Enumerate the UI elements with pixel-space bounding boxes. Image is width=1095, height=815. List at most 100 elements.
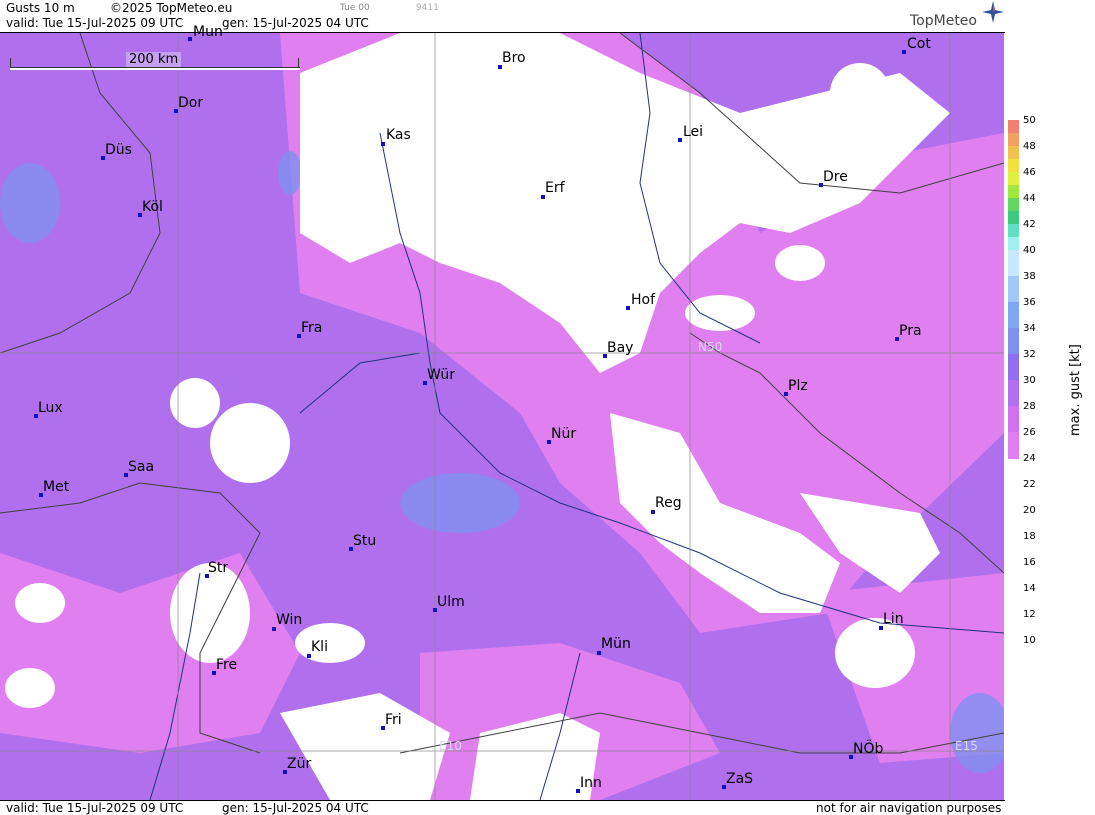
legend-band [1008,432,1019,459]
copyright: ©2025 TopMeteo.eu [110,1,233,15]
legend-tick-label: 44 [1023,193,1036,204]
legend-tick-label: 48 [1023,141,1036,152]
topmeteo-logo[interactable]: TopMeteo [910,1,1004,29]
legend-tick-label: 24 [1023,453,1036,464]
legend-band [1008,237,1019,251]
city-label[interactable]: Hof [631,292,655,308]
compass-icon [982,1,1004,23]
city-dot [188,37,192,41]
city-label[interactable]: Düs [105,142,132,158]
city-label[interactable]: Lei [683,124,703,140]
city-label[interactable]: Str [208,560,228,576]
city-dot [902,50,906,54]
legend-tick-label: 16 [1023,557,1036,568]
grid-label-e10: E10 [439,739,462,753]
city-label[interactable]: Bay [607,340,633,356]
legend-band [1008,354,1019,381]
legend-band [1008,172,1019,186]
city-label[interactable]: Fra [301,320,322,336]
legend-band [1008,133,1019,147]
city-label[interactable]: Fre [216,657,237,673]
legend-unit: max. gust [kt] [1068,344,1083,436]
city-label[interactable]: Kas [386,127,411,143]
legend-band [1008,276,1019,303]
city-label[interactable]: Met [43,479,69,495]
legend-tick-label: 36 [1023,297,1036,308]
scale-bar-tick-left [10,58,11,68]
legend-tick-label: 42 [1023,219,1036,230]
footer-bar: valid: Tue 15-Jul-2025 09 UTC gen: 15-Ju… [0,800,1005,815]
city-label[interactable]: Mün [601,636,631,652]
logo-text: TopMeteo [910,13,977,29]
city-label[interactable]: Lux [38,400,63,416]
legend-tick-label: 20 [1023,505,1036,516]
legend-band [1008,224,1019,238]
legend-tick-label: 40 [1023,245,1036,256]
city-label[interactable]: Mun [193,24,223,40]
legend-band [1008,198,1019,212]
city-label[interactable]: Zür [287,756,311,772]
city-label[interactable]: Cot [907,36,931,52]
city-label[interactable]: Stu [353,533,376,549]
city-label[interactable]: Wür [427,367,455,383]
footer-valid: valid: Tue 15-Jul-2025 09 UTC [6,801,184,815]
city-label[interactable]: Win [276,612,302,628]
legend-tick-label: 12 [1023,609,1036,620]
legend-tick-label: 30 [1023,375,1036,386]
city-label[interactable]: Plz [788,378,808,394]
header-bar: Gusts 10 m ©2025 TopMeteo.eu Tue 00 9411… [0,0,1005,33]
legend-tick-label: 10 [1023,635,1036,646]
legend-tick-label: 32 [1023,349,1036,360]
city-label[interactable]: Dre [823,169,848,185]
grid-label-n50: N50 [698,340,723,354]
city-label[interactable]: Köl [142,199,163,215]
city-label[interactable]: Fri [385,712,402,728]
legend-tick-label: 26 [1023,427,1036,438]
city-label[interactable]: Bro [502,50,526,66]
legend-tick-label: 14 [1023,583,1036,594]
city-dot [381,142,385,146]
legend-tick-label: 18 [1023,531,1036,542]
legend-band [1008,159,1019,173]
run-label: Tue 00 [340,3,370,13]
legend-band [1008,380,1019,407]
city-label[interactable]: Dor [178,95,203,111]
footer-gen: gen: 15-Jul-2025 04 UTC [222,801,369,815]
city-label[interactable]: Kli [311,639,328,655]
legend-tick-label: 34 [1023,323,1036,334]
footer-disclaimer: not for air navigation purposes [816,801,1002,815]
legend-band [1008,250,1019,277]
code-label: 9411 [416,3,439,13]
legend-tick-label: 38 [1023,271,1036,282]
legend-tick-label: 50 [1023,115,1036,126]
scale-label: 200 km [126,52,182,67]
color-legend [1008,120,1019,615]
city-label[interactable]: Nür [551,426,576,442]
legend-band [1008,146,1019,160]
legend-band [1008,211,1019,225]
legend-tick-label: 46 [1023,167,1036,178]
legend-tick-label: 28 [1023,401,1036,412]
legend-band [1008,406,1019,433]
legend-band [1008,185,1019,199]
product-title: Gusts 10 m [6,1,75,15]
gen-time: gen: 15-Jul-2025 04 UTC [222,16,369,30]
city-label[interactable]: Lin [883,611,904,627]
scale-bar [10,67,300,70]
legend-band [1008,302,1019,329]
city-label[interactable]: ZaS [726,771,753,787]
city-label[interactable]: Inn [580,775,602,791]
scale-bar-tick-right [298,58,299,68]
legend-tick-label: 22 [1023,479,1036,490]
city-label[interactable]: Reg [655,495,682,511]
city-label[interactable]: Erf [545,180,565,196]
city-dot [678,138,682,142]
city-label[interactable]: Ulm [437,594,465,610]
city-dot [626,306,630,310]
legend-band [1008,328,1019,355]
city-label[interactable]: NÖb [853,741,883,757]
grid-label-e15: E15 [955,739,978,753]
city-label[interactable]: Pra [899,323,922,339]
city-label[interactable]: Saa [128,459,154,475]
legend-band [1008,120,1019,134]
